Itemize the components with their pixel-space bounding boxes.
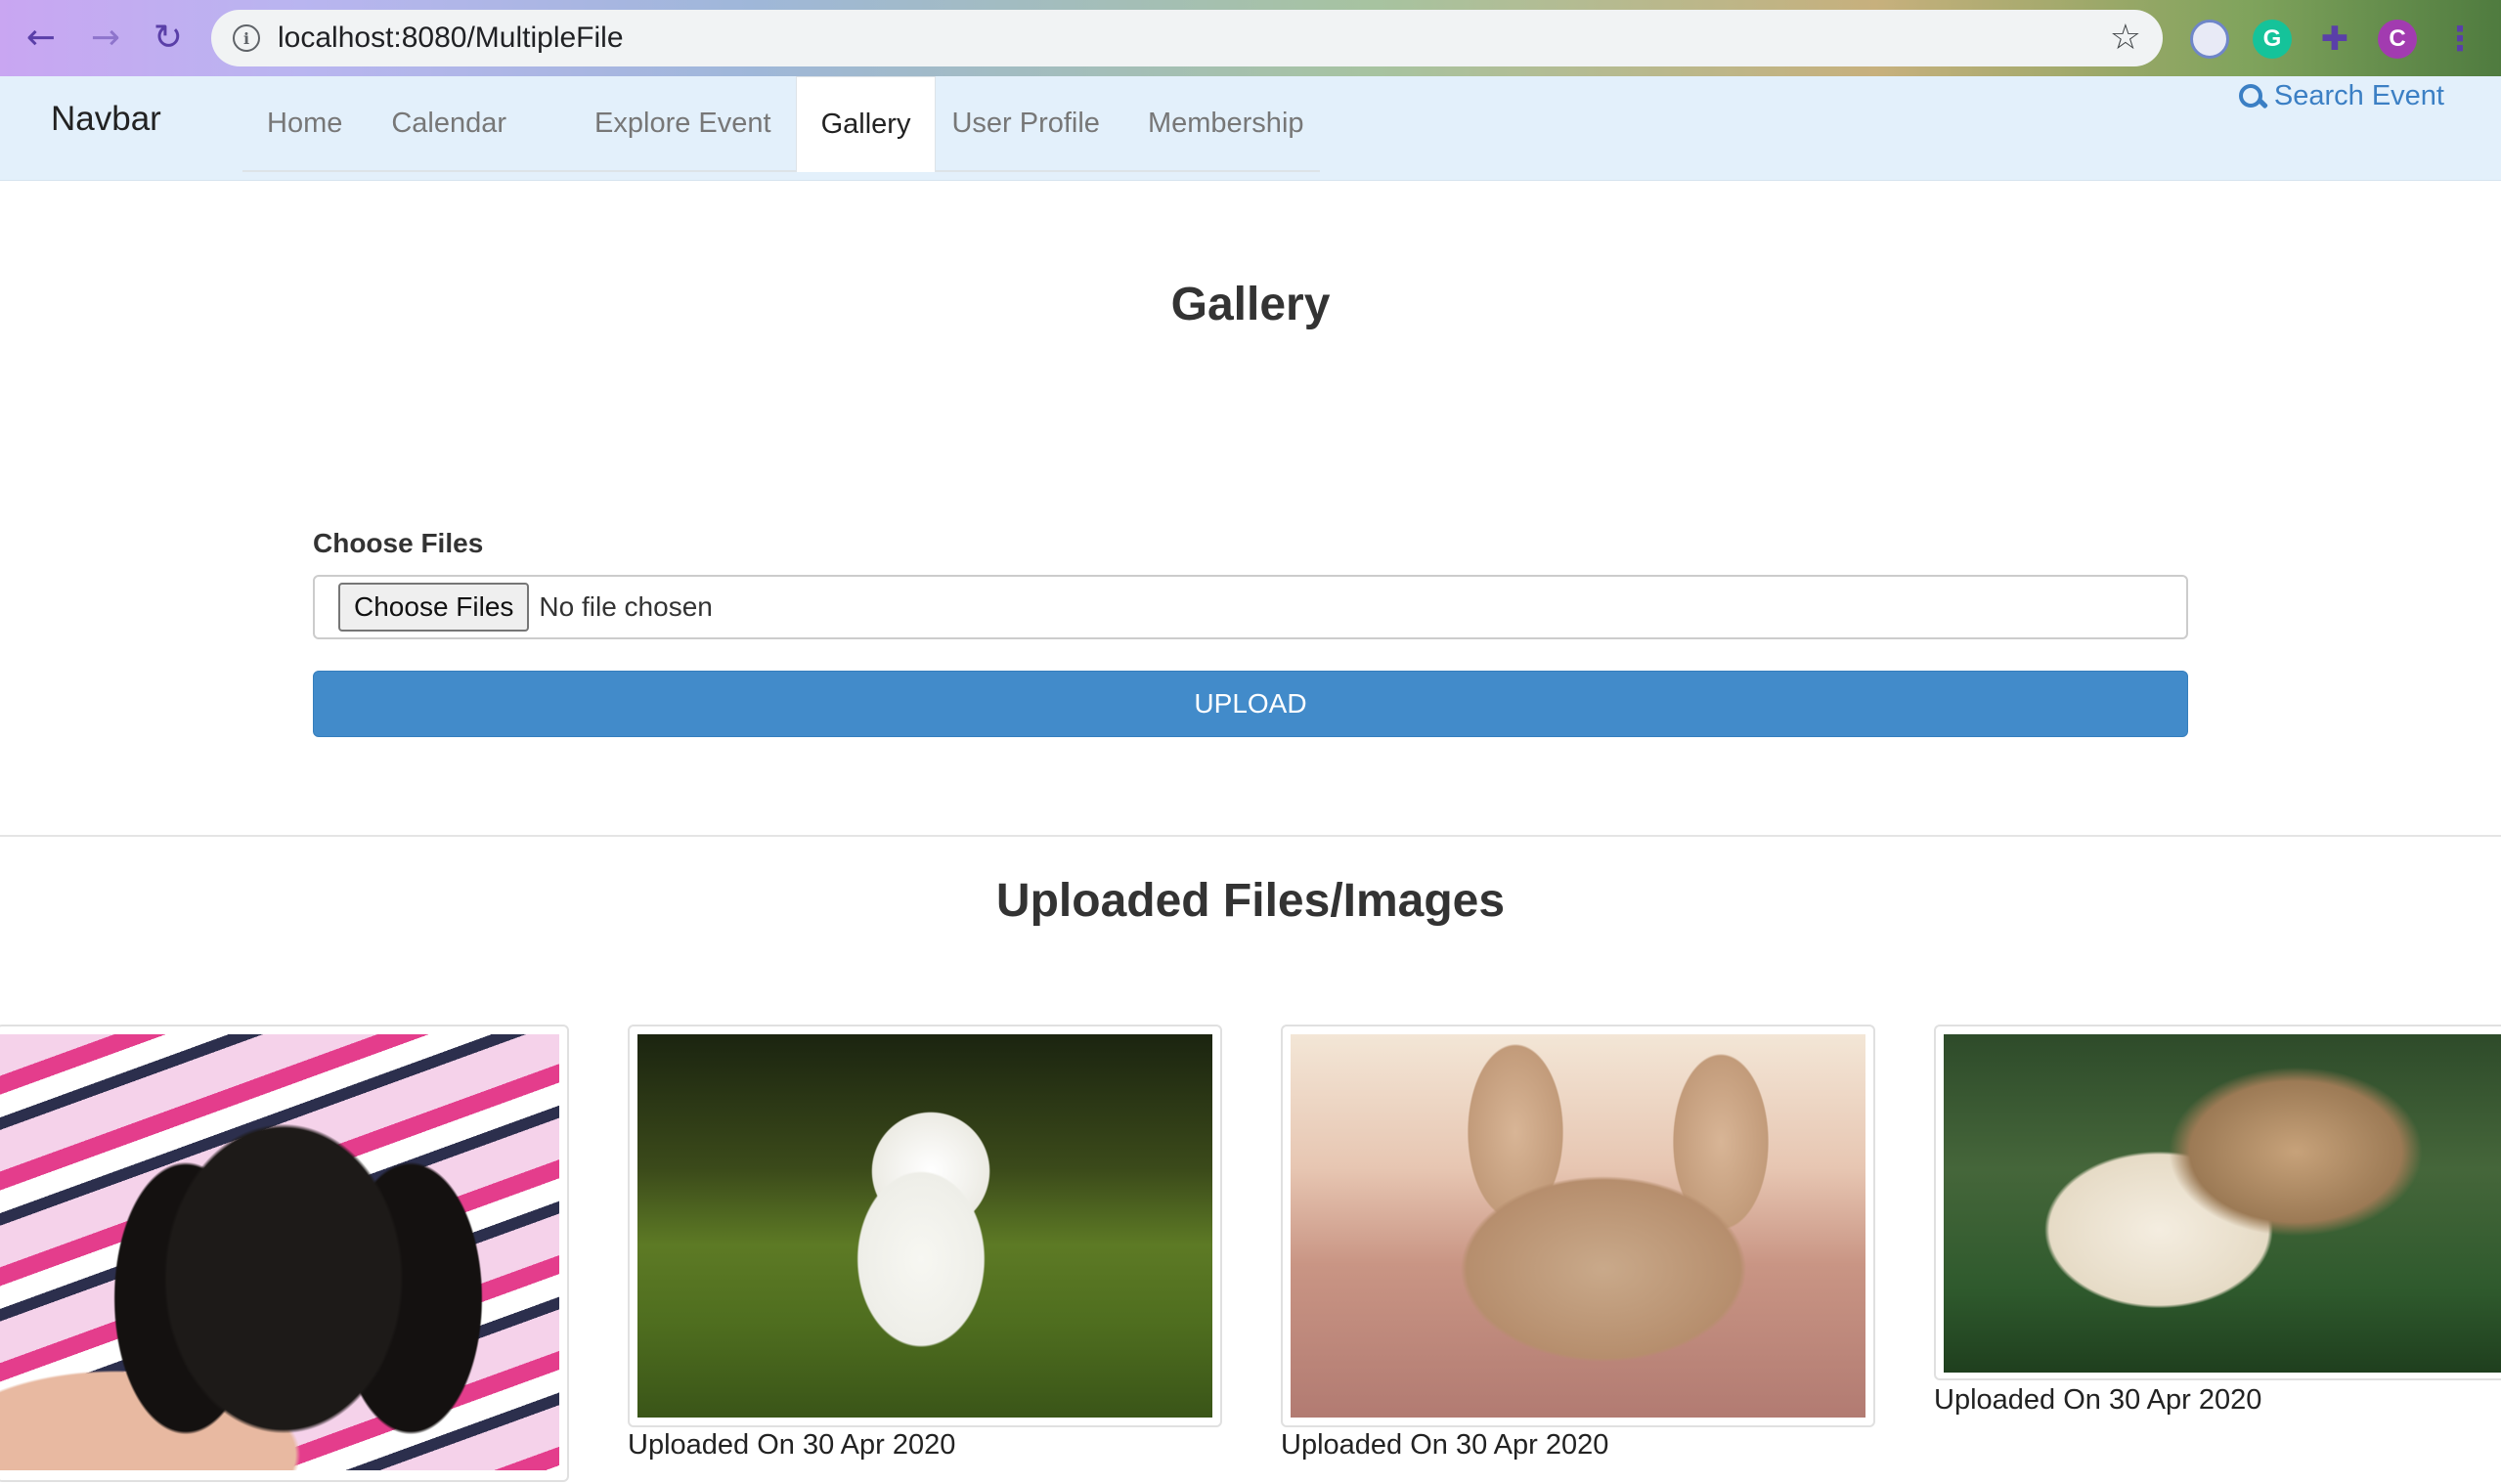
- uploaded-heading: Uploaded Files/Images: [995, 875, 1506, 927]
- dachshund-puppy-image[interactable]: [0, 1034, 559, 1470]
- upload-button[interactable]: UPLOAD: [313, 671, 2188, 737]
- address-bar[interactable]: i localhost:8080/MultipleFile ☆: [211, 10, 2163, 66]
- search-event-link[interactable]: Search Event: [2238, 80, 2444, 112]
- page-title: Gallery: [1170, 279, 1331, 330]
- file-status: No file chosen: [539, 591, 713, 622]
- choose-files-button[interactable]: Choose Files: [338, 583, 530, 632]
- browser-toolbar: ← → ↻ i localhost:8080/MultipleFile ☆ G …: [0, 0, 2501, 76]
- search-event-label: Search Event: [2273, 80, 2444, 111]
- tab-gallery[interactable]: Gallery: [795, 76, 937, 172]
- site-info-icon[interactable]: i: [233, 24, 260, 52]
- extension-icon[interactable]: [2190, 20, 2229, 59]
- tab-membership[interactable]: Membership: [1124, 76, 1320, 170]
- menu-dots-icon[interactable]: ⋮: [2440, 20, 2479, 59]
- choose-files-label: Choose Files: [313, 528, 484, 558]
- puzzle-extensions-icon[interactable]: ✚: [2315, 20, 2354, 59]
- tab-explore-event[interactable]: Explore Event: [570, 76, 796, 170]
- forward-arrow-icon[interactable]: →: [86, 18, 125, 58]
- tab-user-profile[interactable]: User Profile: [936, 76, 1124, 170]
- nav-tabs: Home Calendar Explore Event Gallery User…: [242, 76, 1320, 172]
- section-divider: [0, 835, 2501, 837]
- profile-avatar[interactable]: C: [2378, 20, 2417, 59]
- white-puppy-image[interactable]: [637, 1034, 1212, 1418]
- upload-date-caption: Uploaded On 30 Apr 2020: [628, 1429, 956, 1461]
- file-input[interactable]: Choose Files No file chosen: [313, 575, 2188, 639]
- kitten-puppy-image[interactable]: [1944, 1034, 2501, 1373]
- grammarly-icon[interactable]: G: [2253, 20, 2292, 59]
- tab-calendar[interactable]: Calendar: [367, 76, 570, 170]
- french-bulldog-image[interactable]: [1291, 1034, 1865, 1418]
- upload-date-caption: Uploaded On 30 Apr 2020: [1934, 1384, 2262, 1416]
- navbar-brand[interactable]: Navbar: [51, 100, 161, 139]
- navbar: Navbar Home Calendar Explore Event Galle…: [0, 76, 2501, 181]
- upload-date-caption: Uploaded On 30 Apr 2020: [1281, 1429, 1609, 1461]
- tab-home[interactable]: Home: [242, 76, 367, 170]
- reload-icon[interactable]: ↻: [149, 18, 188, 58]
- url-text: localhost:8080/MultipleFile: [278, 22, 624, 54]
- back-arrow-icon[interactable]: ←: [22, 18, 61, 58]
- search-icon: [2238, 83, 2264, 109]
- bookmark-star-icon[interactable]: ☆: [2110, 18, 2141, 58]
